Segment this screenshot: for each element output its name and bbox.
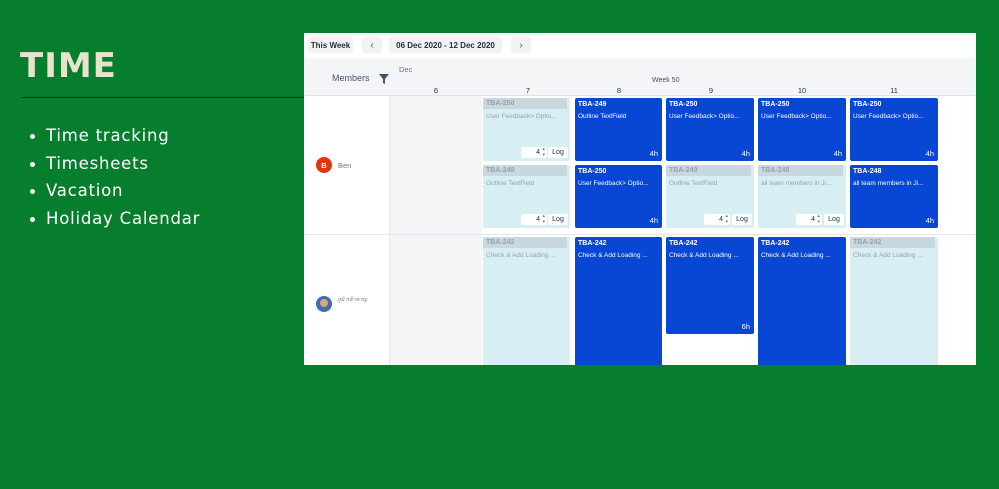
next-week-icon[interactable]: ›	[511, 37, 531, 53]
log-button[interactable]: Log	[548, 214, 568, 225]
worklog-card[interactable]: TBA-250 User Feedback> Optio... 4h	[666, 98, 754, 161]
month-label: Dec	[399, 65, 413, 74]
logged-hours: 4h	[925, 216, 934, 225]
feature-item: Vacation	[30, 179, 200, 207]
calendar-header: Members Dec Week 50 6 7 8 9 10 11	[304, 58, 976, 96]
estimate-value: 4	[536, 216, 540, 223]
day-number: 6	[433, 86, 439, 95]
worklog-card[interactable]: TBA-242 Check & Add Loading ...	[483, 237, 570, 365]
logged-hours: 6h	[741, 322, 750, 331]
feature-item: Time tracking	[30, 124, 200, 152]
worklog-card[interactable]: TBA-249 Outline TextField 4 ▴ ▾ Log	[483, 165, 570, 228]
estimate-value: 4	[536, 149, 540, 156]
week-label: Week 50	[652, 77, 680, 84]
issue-summary: Check & Add Loading ...	[761, 252, 831, 259]
member-name: Ben	[338, 161, 352, 170]
stepper-arrows-icon: ▴ ▾	[817, 213, 820, 225]
feature-item: Holiday Calendar	[30, 207, 200, 235]
feature-list: Time tracking Timesheets Vacation Holida…	[30, 124, 200, 234]
stepper-arrows-icon: ▴ ▾	[542, 146, 545, 158]
issue-summary: Check & Add Loading ...	[486, 252, 556, 259]
slide-title: TIME	[20, 46, 117, 86]
issue-summary: Outline TextField	[578, 113, 627, 120]
worklog-card[interactable]: TBA-249 Outline TextField 4h	[575, 98, 662, 161]
filter-icon[interactable]	[379, 74, 389, 84]
issue-summary: User Feedback> Optio...	[761, 113, 832, 120]
worklog-card[interactable]: TBA-242 Check & Add Loading ...	[850, 237, 938, 365]
issue-key: TBA-249	[483, 165, 567, 176]
stepper-arrows-icon: ▴ ▾	[542, 213, 545, 225]
issue-summary: all team members in Ji...	[761, 180, 832, 187]
issue-summary: Check & Add Loading ...	[578, 252, 648, 259]
issue-summary: Check & Add Loading ...	[853, 252, 923, 259]
estimate-value: 4	[811, 216, 815, 223]
logged-hours: 4h	[833, 149, 842, 158]
worklog-card[interactable]: TBA-248 all team members in Ji... 4 ▴ ▾ Lo…	[758, 165, 846, 228]
worklog-card[interactable]: TBA-242 Check & Add Loading ...	[758, 237, 846, 365]
day-number: 7	[525, 86, 531, 95]
day-number: 8	[616, 86, 622, 95]
issue-key: TBA-242	[578, 240, 607, 247]
prev-week-icon[interactable]: ‹	[362, 37, 382, 53]
weekend-column	[390, 96, 482, 365]
issue-summary: User Feedback> Optio...	[669, 113, 740, 120]
issue-key: TBA-248	[758, 165, 843, 176]
member-name: ภูมิ กล้าหาญ	[337, 297, 367, 303]
estimate-stepper[interactable]: 4 ▴ ▾	[704, 213, 730, 225]
day-number: 10	[797, 86, 807, 95]
toolbar: This Week ‹ 06 Dec 2020 - 12 Dec 2020 ›	[304, 33, 976, 58]
feature-item: Timesheets	[30, 152, 200, 180]
worklog-card[interactable]: TBA-250 User Feedback> Optio... 4 ▴ ▾ Log	[483, 98, 570, 161]
members-column	[304, 96, 390, 365]
worklog-card[interactable]: TBA-249 Outline TextField 4 ▴ ▾ Log	[666, 165, 754, 228]
worklog-card[interactable]: TBA-242 Check & Add Loading ... 6h	[666, 237, 754, 334]
issue-key: TBA-250	[483, 98, 567, 109]
issue-key: TBA-242	[761, 240, 790, 247]
avatar	[316, 296, 332, 312]
day-number: 9	[708, 86, 714, 95]
date-range-button[interactable]: 06 Dec 2020 - 12 Dec 2020	[389, 37, 502, 53]
estimate-value: 4	[719, 216, 723, 223]
issue-key: TBA-242	[483, 237, 567, 248]
logged-hours: 4h	[649, 149, 658, 158]
issue-summary: User Feedback> Optio...	[486, 113, 557, 120]
issue-key: TBA-250	[669, 101, 698, 108]
estimate-stepper[interactable]: 4 ▴ ▾	[521, 213, 547, 225]
worklog-card[interactable]: TBA-250 User Feedback> Optio... 4h	[758, 98, 846, 161]
avatar: B	[316, 157, 332, 173]
logged-hours: 4h	[925, 149, 934, 158]
estimate-stepper[interactable]: 4 ▴ ▾	[796, 213, 822, 225]
log-button[interactable]: Log	[824, 214, 844, 225]
issue-summary: Outline TextField	[486, 180, 535, 187]
issue-summary: User Feedback> Optio...	[578, 180, 649, 187]
worklog-card[interactable]: TBA-250 User Feedback> Optio... 4h	[575, 165, 662, 228]
issue-summary: User Feedback> Optio...	[853, 113, 924, 120]
issue-key: TBA-250	[853, 101, 882, 108]
members-label: Members	[332, 73, 370, 83]
issue-summary: all team members in Ji...	[853, 180, 924, 187]
log-button[interactable]: Log	[732, 214, 752, 225]
estimate-stepper[interactable]: 4 ▴ ▾	[521, 146, 547, 158]
stepper-arrows-icon: ▴ ▾	[725, 213, 728, 225]
issue-key: TBA-249	[578, 101, 607, 108]
this-week-button[interactable]: This Week	[308, 37, 353, 53]
issue-key: TBA-250	[761, 101, 790, 108]
issue-key: TBA-242	[850, 237, 935, 248]
row-divider	[304, 234, 976, 235]
logged-hours: 4h	[649, 216, 658, 225]
worklog-card[interactable]: TBA-242 Check & Add Loading ...	[575, 237, 662, 365]
timesheet-screenshot: This Week ‹ 06 Dec 2020 - 12 Dec 2020 › …	[304, 33, 976, 365]
issue-key: TBA-249	[666, 165, 751, 176]
issue-summary: Check & Add Loading ...	[669, 252, 739, 259]
title-divider	[22, 97, 306, 98]
issue-key: TBA-248	[853, 168, 882, 175]
worklog-card[interactable]: TBA-248 all team members in Ji... 4h	[850, 165, 938, 228]
logged-hours: 4h	[741, 149, 750, 158]
issue-key: TBA-242	[669, 240, 698, 247]
issue-summary: Outline TextField	[669, 180, 718, 187]
issue-key: TBA-250	[578, 168, 607, 175]
day-number: 11	[890, 86, 898, 95]
log-button[interactable]: Log	[548, 147, 568, 158]
worklog-card[interactable]: TBA-250 User Feedback> Optio... 4h	[850, 98, 938, 161]
